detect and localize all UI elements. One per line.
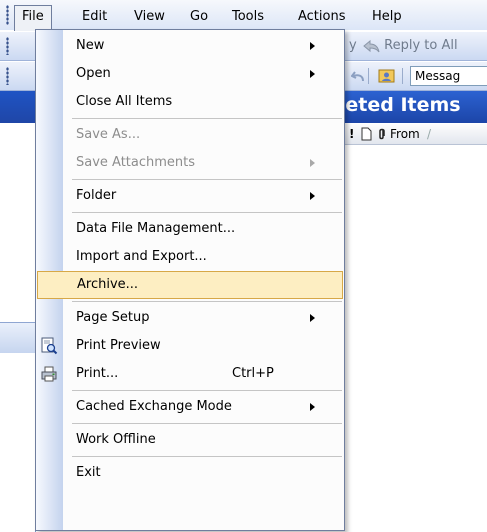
submenu-arrow-icon [310,192,315,200]
folder-title: eleted Items [326,94,461,116]
submenu-arrow-icon [310,70,315,78]
toolbar-divider [368,68,369,84]
menu-go[interactable]: Go [183,6,215,28]
toolbar-divider-2 [402,68,403,84]
menu-view[interactable]: View [127,6,172,28]
reply-to-all-button[interactable]: Reply to All [362,36,458,56]
find-contact-text: Messag [415,69,461,83]
message-list[interactable] [345,145,487,532]
attachment-column-icon[interactable] [377,127,387,143]
menu-separator [72,423,342,424]
menu-separator [72,301,342,302]
menu-item-folder-label: Folder [76,188,117,203]
menu-item-print-preview[interactable]: Print Preview [36,332,344,360]
menu-item-save-as[interactable]: Save As... [36,121,344,149]
menu-item-print[interactable]: Print... Ctrl+P [36,360,344,388]
menubar-grip[interactable] [6,5,9,25]
menu-item-archive[interactable]: Archive... [37,271,343,299]
menu-go-label: Go [190,9,209,24]
menu-item-exit-label: Exit [76,465,101,480]
reply-fragment-label: y [349,38,357,53]
menu-actions[interactable]: Actions [291,6,353,28]
menu-edit-label: Edit [82,9,108,24]
reply-all-icon [363,39,380,52]
reply-to-all-label: Reply to All [384,38,458,53]
menu-separator [72,179,342,180]
menu-item-save-as-label: Save As... [76,127,141,142]
submenu-arrow-icon [310,42,315,50]
navigation-pane-splitter[interactable] [0,322,35,353]
from-column-header[interactable]: From [390,126,420,142]
menu-item-import-export[interactable]: Import and Export... [36,243,344,271]
menu-item-exit[interactable]: Exit [36,459,344,487]
menu-separator [72,212,342,213]
menu-separator [72,118,342,119]
menu-item-print-label: Print... [76,366,119,381]
importance-column-icon[interactable]: ! [349,126,354,142]
menu-item-page-setup-label: Page Setup [76,310,150,325]
print-preview-icon [41,337,58,355]
toolbar-grip[interactable] [6,37,9,55]
icon-column-icon[interactable] [360,127,372,143]
menu-item-print-preview-label: Print Preview [76,338,161,353]
menu-edit[interactable]: Edit [75,6,114,28]
menu-help-label: Help [372,9,402,24]
address-book-icon[interactable] [377,67,397,85]
menu-separator [72,390,342,391]
menu-item-folder[interactable]: Folder [36,182,344,210]
navigation-pane-header [0,91,35,123]
menu-separator [72,456,342,457]
menu-item-close-all-items[interactable]: Close All Items [36,88,344,116]
menu-actions-label: Actions [298,9,346,24]
menu-item-cached-exchange-mode[interactable]: Cached Exchange Mode [36,393,344,421]
submenu-arrow-icon [310,314,315,322]
menu-item-work-offline[interactable]: Work Offline [36,426,344,454]
menu-item-new[interactable]: New [36,32,344,60]
menu-help[interactable]: Help [365,6,409,28]
menu-view-label: View [134,9,165,24]
toolbar2-grip[interactable] [6,67,9,85]
menu-bar: File Edit View Go Tools Actions Help [0,0,487,31]
file-menu-dropdown: New Open Close All Items Save As... Save… [35,29,345,531]
menu-item-data-file-management[interactable]: Data File Management... [36,215,344,243]
menu-item-cached-exchange-mode-label: Cached Exchange Mode [76,399,232,414]
menu-item-data-file-management-label: Data File Management... [76,221,236,236]
find-contact-input[interactable]: Messag [410,66,487,86]
menu-file-label: File [22,9,44,24]
menu-item-work-offline-label: Work Offline [76,432,156,447]
reply-button-fragment[interactable]: y [349,36,357,56]
sort-indicator: / [427,127,432,141]
submenu-arrow-icon [310,159,315,167]
submenu-arrow-icon [310,403,315,411]
menu-item-open[interactable]: Open [36,60,344,88]
menu-tools[interactable]: Tools [225,6,271,28]
menu-item-page-setup[interactable]: Page Setup [36,304,344,332]
menu-item-open-label: Open [76,66,111,81]
printer-icon [41,366,57,382]
menu-item-import-export-label: Import and Export... [76,249,207,264]
menu-item-save-attachments[interactable]: Save Attachments [36,149,344,177]
menu-item-save-attachments-label: Save Attachments [76,155,196,170]
menu-item-print-shortcut: Ctrl+P [232,366,274,381]
undo-icon[interactable] [351,69,365,83]
navigation-pane [0,91,35,532]
message-list-column-header: ! From / [345,124,487,145]
menu-item-close-all-label: Close All Items [76,94,173,109]
menu-item-new-label: New [76,38,105,53]
menu-tools-label: Tools [232,9,265,24]
menu-item-archive-label: Archive... [77,277,139,292]
menu-file[interactable]: File [14,5,52,31]
